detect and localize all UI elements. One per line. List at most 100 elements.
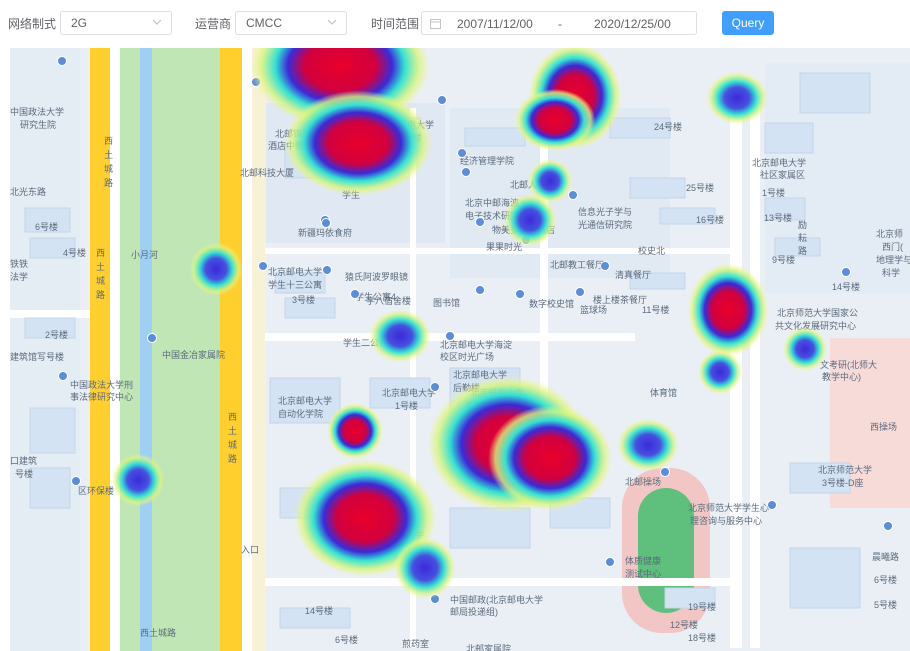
network-select[interactable]: 2G [60, 11, 172, 35]
heat-spot-h5 [706, 71, 768, 125]
map-canvas[interactable]: 师大北路中国政法大学研究生院西土城路北邮锦江酒店中餐厅北邮科技大厦北京邮电大学经… [10, 48, 910, 651]
map-label-bnu-center2: 教学中心) [822, 371, 861, 382]
map-label-xitu3-1: 西 [228, 412, 237, 422]
poi-icon[interactable] [605, 557, 615, 567]
poi-icon[interactable] [575, 287, 585, 297]
heat-spot-h9 [687, 263, 769, 357]
map-label-teaching-1: 北京邮电大学 [382, 387, 436, 398]
heatmap-map[interactable]: 师大北路中国政法大学研究生院西土城路北邮锦江酒店中餐厅北邮科技大厦北京邮电大学经… [10, 48, 910, 651]
map-label-xitu2-4: 路 [96, 289, 105, 300]
map-label-chinesegold: 中国金冶家属院 [162, 349, 225, 360]
map-label-upstairs: 楼上楼茶餐厅 [593, 294, 647, 305]
map-label-bnu-3b: 3号楼-D座 [822, 477, 864, 488]
map-label-info-photon: 信息光子学与 [578, 206, 632, 217]
heat-spot-h4 [514, 89, 596, 151]
range-separator: - [558, 17, 562, 31]
heat-spot-h16 [617, 418, 679, 472]
poi-icon[interactable] [57, 56, 67, 66]
map-label-lizhi2: 耘 [798, 233, 807, 243]
map-label-econ: 经济管理学院 [460, 155, 514, 166]
poi-icon[interactable] [660, 467, 670, 477]
poi-icon[interactable] [350, 289, 360, 299]
poi-icon[interactable] [71, 476, 81, 486]
map-label-bldg-18: 18号楼 [688, 632, 716, 643]
map-label-quhuanbao: 区环保楼 [78, 485, 114, 496]
map-label-bldg-6: 6号楼 [35, 221, 58, 232]
operator-value: CMCC [246, 16, 282, 30]
heat-spot-h19 [394, 537, 456, 599]
map-label-bldg-12: 12号楼 [670, 619, 698, 630]
map-label-bldg-24: 24号楼 [654, 121, 682, 132]
date-range-picker[interactable]: 2007/11/12/00 - 2020/12/25/00 [421, 11, 697, 35]
heat-spot-h12 [369, 309, 431, 363]
network-value: 2G [71, 16, 88, 30]
map-label-research-center: 研究生院 [20, 119, 56, 130]
map-label-bupt-tech: 北邮科技大厦 [240, 167, 294, 178]
map-label-north-field: 北邮操场 [625, 476, 661, 487]
heat-spot-h13 [327, 403, 383, 459]
map-label-xitu3-4: 路 [228, 453, 237, 464]
poi-icon[interactable] [445, 331, 455, 341]
map-label-kuiteng2: 号楼 [15, 468, 33, 479]
map-label-xitu2-1: 西 [96, 248, 105, 258]
heat-spot-h2 [283, 90, 433, 196]
poi-icon[interactable] [515, 289, 525, 299]
map-label-bldg-3: 3号楼 [292, 294, 315, 305]
time-range-label: 时间范围 [371, 17, 420, 31]
map-label-xitucheng-2: 土 [104, 149, 113, 160]
poi-icon[interactable] [58, 371, 68, 381]
operator-label: 运营商 [195, 17, 232, 31]
poi-icon[interactable] [883, 521, 893, 531]
map-label-xitu3-2: 土 [228, 425, 237, 436]
poi-icon[interactable] [321, 218, 331, 228]
poi-icon[interactable] [322, 265, 332, 275]
poi-icon[interactable] [457, 148, 467, 158]
map-label-bnu-west: 北京师 [876, 228, 903, 239]
map-label-xinjiang: 新疆玛依食府 [298, 227, 352, 238]
map-label-geo2: 科学 [882, 267, 900, 278]
poi-icon[interactable] [258, 261, 268, 271]
map-label-halal: 清真餐厅 [615, 269, 651, 280]
end-date[interactable]: 2020/12/25/00 [594, 17, 671, 31]
poi-icon[interactable] [475, 217, 485, 227]
map-label-automation: 北京邮电大学 [278, 395, 332, 406]
map-label-morning-rd: 晨曦路 [872, 551, 899, 562]
map-label-xiaoshi-north: 校史北 [638, 245, 665, 256]
map-label-bnu-center: 文考研(北师大 [820, 359, 877, 370]
poi-icon[interactable] [767, 500, 777, 510]
start-date[interactable]: 2007/11/12/00 [457, 17, 533, 31]
map-label-bupt-canteen: 北邮教工餐厅 [550, 259, 604, 270]
heat-spot-h6 [189, 242, 243, 296]
map-label-xiaoyue: 小月河 [131, 249, 158, 260]
map-label-xitucheng-3: 城 [104, 164, 113, 174]
poi-icon[interactable] [437, 95, 447, 105]
heat-spot-h10 [783, 327, 827, 371]
map-label-teaching-1b: 1号楼 [395, 400, 418, 411]
poi-icon[interactable] [475, 285, 485, 295]
operator-select[interactable]: CMCC [235, 11, 347, 35]
poi-icon[interactable] [430, 382, 440, 392]
map-label-fazheng-univ: 中国政法大学 [10, 106, 64, 117]
query-button[interactable]: Query [722, 11, 774, 35]
poi-icon[interactable] [600, 261, 610, 271]
map-label-bldg-14: 14号楼 [305, 605, 333, 616]
map-label-glasses: 猿氏阿波罗眼镜 [345, 271, 408, 282]
map-label-north-light: 北光东路 [10, 186, 46, 197]
heat-spot-h15 [488, 405, 612, 511]
map-label-zhengfa-law2: 事法律研究中心 [70, 391, 133, 402]
chevron-down-icon [327, 19, 337, 25]
heat-spot-h11 [698, 350, 742, 394]
map-label-kuiteng: 口建筑 [10, 455, 37, 466]
poi-icon[interactable] [461, 167, 471, 177]
poi-icon[interactable] [147, 333, 157, 343]
map-label-xitu3-3: 城 [228, 440, 237, 450]
chevron-down-icon [152, 19, 162, 25]
network-label: 网络制式 [8, 17, 57, 31]
map-label-museum: 数字校史馆 [529, 298, 574, 309]
map-label-bupt-east: 北京邮电大学 [752, 157, 806, 168]
poi-icon[interactable] [568, 190, 578, 200]
map-label-bldg-14b: 14号楼 [832, 281, 860, 292]
map-label-bnu-student2: 理咨询与服务中心 [690, 515, 762, 526]
map-label-bldg-11: 11号楼 [642, 304, 669, 315]
poi-icon[interactable] [841, 267, 851, 277]
